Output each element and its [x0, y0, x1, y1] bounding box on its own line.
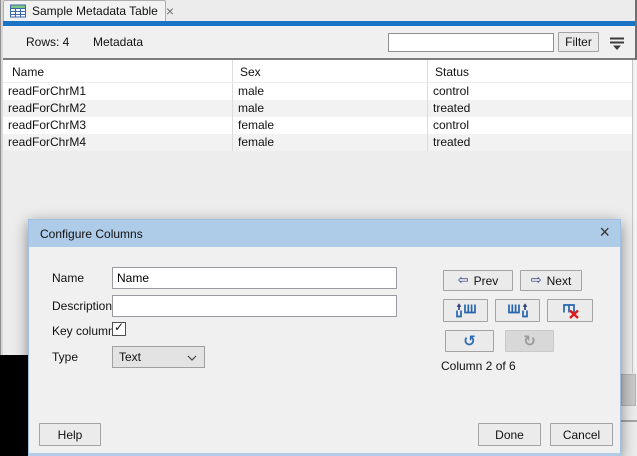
undo-icon: ↺	[463, 334, 476, 349]
redo-icon: ↻	[523, 334, 536, 349]
cell-status: treated	[428, 100, 632, 117]
desktop-background	[0, 355, 28, 456]
vertical-scrollbar-thumb[interactable]	[621, 374, 636, 406]
help-button[interactable]: Help	[39, 423, 101, 446]
cell-status: control	[428, 117, 632, 134]
filter-button[interactable]: Filter	[558, 32, 599, 52]
cell-name: readForChrM1	[3, 83, 233, 100]
cell-status: control	[428, 83, 632, 100]
prev-column-button[interactable]: ⇦ Prev	[443, 270, 513, 291]
done-button[interactable]: Done	[478, 423, 541, 446]
cell-name: readForChrM2	[3, 100, 233, 117]
insert-column-before-icon	[455, 302, 477, 319]
column-header-sex[interactable]: Sex	[233, 60, 428, 82]
tab-title: Sample Metadata Table	[32, 4, 158, 18]
column-position-label: Column 2 of 6	[441, 358, 516, 374]
name-field-label: Name	[52, 267, 84, 289]
cell-sex: female	[233, 117, 428, 134]
advanced-filter-icon[interactable]	[606, 34, 628, 52]
vertical-scrollbar-track[interactable]	[633, 60, 637, 373]
undo-button[interactable]: ↺	[445, 330, 494, 352]
row-count-label: Rows: 4	[26, 26, 69, 58]
key-column-checkbox[interactable]: ✓	[112, 322, 126, 336]
table-header-row: Name Sex Status	[3, 60, 632, 83]
cell-sex: male	[233, 100, 428, 117]
table-icon	[10, 4, 26, 18]
insert-column-before-button[interactable]	[443, 299, 488, 322]
check-icon: ✓	[114, 320, 124, 334]
chevron-down-icon	[187, 355, 197, 361]
window-left-edge	[0, 0, 3, 373]
metadata-label: Metadata	[93, 26, 143, 58]
cell-name: readForChrM4	[3, 134, 233, 151]
description-field[interactable]	[112, 295, 397, 317]
metadata-table: Name Sex Status readForChrM1 male contro…	[3, 60, 632, 151]
arrow-left-icon: ⇦	[458, 274, 469, 287]
delete-column-icon	[559, 302, 581, 319]
table-row[interactable]: readForChrM4 female treated	[3, 134, 632, 151]
table-toolbar: Rows: 4 Metadata Filter	[0, 26, 637, 60]
tab-close-icon[interactable]: ×	[166, 4, 174, 18]
type-dropdown-value: Text	[119, 350, 141, 364]
cancel-button[interactable]: Cancel	[550, 423, 613, 446]
redo-button[interactable]: ↻	[505, 330, 554, 352]
table-row[interactable]: readForChrM1 male control	[3, 83, 632, 100]
arrow-right-icon: ⇨	[531, 274, 542, 287]
cell-sex: male	[233, 83, 428, 100]
cell-sex: female	[233, 134, 428, 151]
next-column-button[interactable]: ⇨ Next	[520, 270, 582, 291]
tab-bar: Sample Metadata Table ×	[0, 0, 637, 21]
column-header-status[interactable]: Status	[428, 60, 632, 82]
type-field-label: Type	[52, 346, 78, 368]
table-row[interactable]: readForChrM2 male treated	[3, 100, 632, 117]
column-header-name[interactable]: Name	[3, 60, 233, 82]
tab-sample-metadata-table[interactable]: Sample Metadata Table ×	[3, 0, 166, 21]
filter-text-input[interactable]	[388, 33, 554, 52]
dialog-title: Configure Columns	[40, 227, 143, 241]
table-row[interactable]: readForChrM3 female control	[3, 117, 632, 134]
dialog-close-icon[interactable]: ×	[599, 220, 610, 247]
panel-divider-line	[621, 420, 637, 422]
cell-status: treated	[428, 134, 632, 151]
type-dropdown[interactable]: Text	[112, 346, 205, 368]
insert-column-after-button[interactable]	[495, 299, 540, 322]
cell-name: readForChrM3	[3, 117, 233, 134]
key-column-label: Key column	[52, 320, 115, 342]
insert-column-after-icon	[507, 302, 529, 319]
screen: Sample Metadata Table × Rows: 4 Metadata…	[0, 0, 637, 456]
delete-column-button[interactable]	[547, 299, 593, 322]
name-field[interactable]	[112, 267, 397, 289]
configure-columns-dialog: Configure Columns × Name Description Key…	[28, 219, 621, 456]
dialog-titlebar[interactable]: Configure Columns	[29, 220, 620, 247]
description-field-label: Description	[52, 295, 112, 317]
